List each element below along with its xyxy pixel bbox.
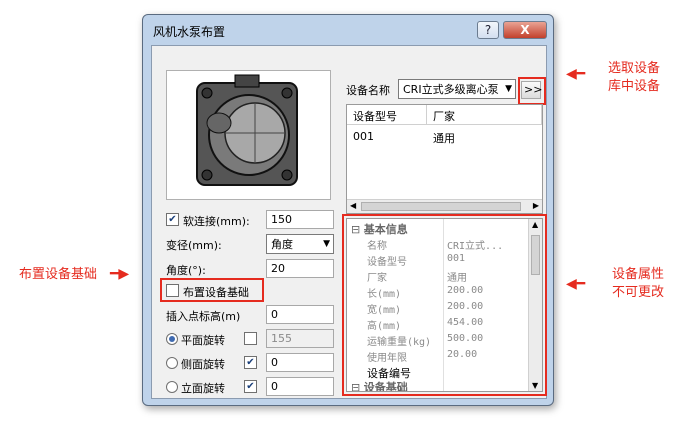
dropdown-arrow-icon: ▼ [323, 239, 330, 249]
dropdown-arrow-icon: ▼ [503, 82, 512, 97]
front-rotate-radio[interactable] [166, 381, 178, 393]
device-preview-image [166, 70, 331, 200]
front-rotate-checkbox[interactable]: ✔ [244, 380, 257, 393]
annotation-props-arrow-icon: ◀━ [566, 276, 586, 292]
device-name-value: CRI立式多级离心泵 [403, 83, 499, 96]
soft-connect-checkbox[interactable]: ✔ [166, 213, 179, 226]
annotation-pick-device: 选取设备 库中设备 [596, 60, 672, 96]
list-item-model[interactable]: 001 [347, 127, 427, 146]
annotation-pick-arrow-icon: ◀━ [566, 66, 586, 82]
device-list[interactable]: 设备型号 厂家 001 通用 ◀ ▶ [346, 104, 543, 214]
plane-rotate-radio[interactable] [166, 333, 178, 345]
pick-device-highlight [518, 77, 546, 105]
reduce-select-value: 角度 [271, 238, 293, 251]
front-rotate-input[interactable]: 0 [266, 377, 334, 396]
window-title: 风机水泵布置 [153, 25, 226, 39]
soft-connect-input[interactable]: 150 [266, 210, 334, 229]
angle-label: 角度(°): [166, 264, 206, 277]
front-rotate-label: 立面旋转 [181, 382, 225, 395]
side-rotate-radio[interactable] [166, 357, 178, 369]
annotation-props-line2: 不可更改 [611, 285, 664, 300]
side-rotate-checkbox[interactable]: ✔ [244, 356, 257, 369]
insert-elevation-input[interactable]: 0 [266, 305, 334, 324]
insert-elevation-label: 插入点标高(m) [166, 310, 241, 323]
column-header-model[interactable]: 设备型号 [347, 105, 427, 125]
plane-rotate-input: 155 [266, 329, 334, 348]
pump-icon [196, 74, 298, 186]
device-name-label: 设备名称 [346, 84, 390, 97]
side-rotate-label: 侧面旋转 [181, 358, 225, 371]
property-grid-highlight [342, 214, 547, 396]
scroll-right-icon[interactable]: ▶ [533, 201, 539, 210]
side-rotate-input[interactable]: 0 [266, 353, 334, 372]
device-name-select[interactable]: CRI立式多级离心泵 ▼ [398, 79, 516, 99]
close-button[interactable]: X [503, 21, 547, 39]
list-item-maker[interactable]: 通用 [427, 127, 537, 149]
place-base-highlight [160, 278, 264, 302]
annotation-properties: 设备属性 不可更改 [596, 266, 680, 302]
annotation-place-base: 布置设备基础 [18, 267, 97, 282]
scroll-left-icon[interactable]: ◀ [350, 201, 356, 210]
angle-input[interactable]: 20 [266, 259, 334, 278]
pump-layout-dialog: 风机水泵布置 ? X ✔ 软连接(mm): 150 变径(mm): 角度 ▼ 角… [142, 14, 554, 406]
title-bar[interactable]: 风机水泵布置 ? X [143, 15, 553, 45]
annotation-props-line1: 设备属性 [611, 267, 664, 282]
annotation-pick-line2: 库中设备 [607, 79, 660, 94]
reduce-label: 变径(mm): [166, 239, 222, 252]
reduce-select[interactable]: 角度 ▼ [266, 234, 334, 254]
dialog-client: ✔ 软连接(mm): 150 变径(mm): 角度 ▼ 角度(°): 20 布置… [151, 45, 547, 399]
column-header-maker[interactable]: 厂家 [427, 105, 542, 125]
plane-rotate-checkbox[interactable] [244, 332, 257, 345]
help-button[interactable]: ? [477, 21, 499, 39]
list-horizontal-scrollbar[interactable]: ◀ ▶ [347, 199, 542, 213]
annotation-base-arrow-icon: ━▶ [110, 266, 130, 282]
soft-connect-label: 软连接(mm): [183, 215, 250, 228]
annotation-pick-line1: 选取设备 [607, 61, 660, 76]
plane-rotate-label: 平面旋转 [181, 334, 225, 347]
scroll-thumb[interactable] [361, 202, 521, 211]
